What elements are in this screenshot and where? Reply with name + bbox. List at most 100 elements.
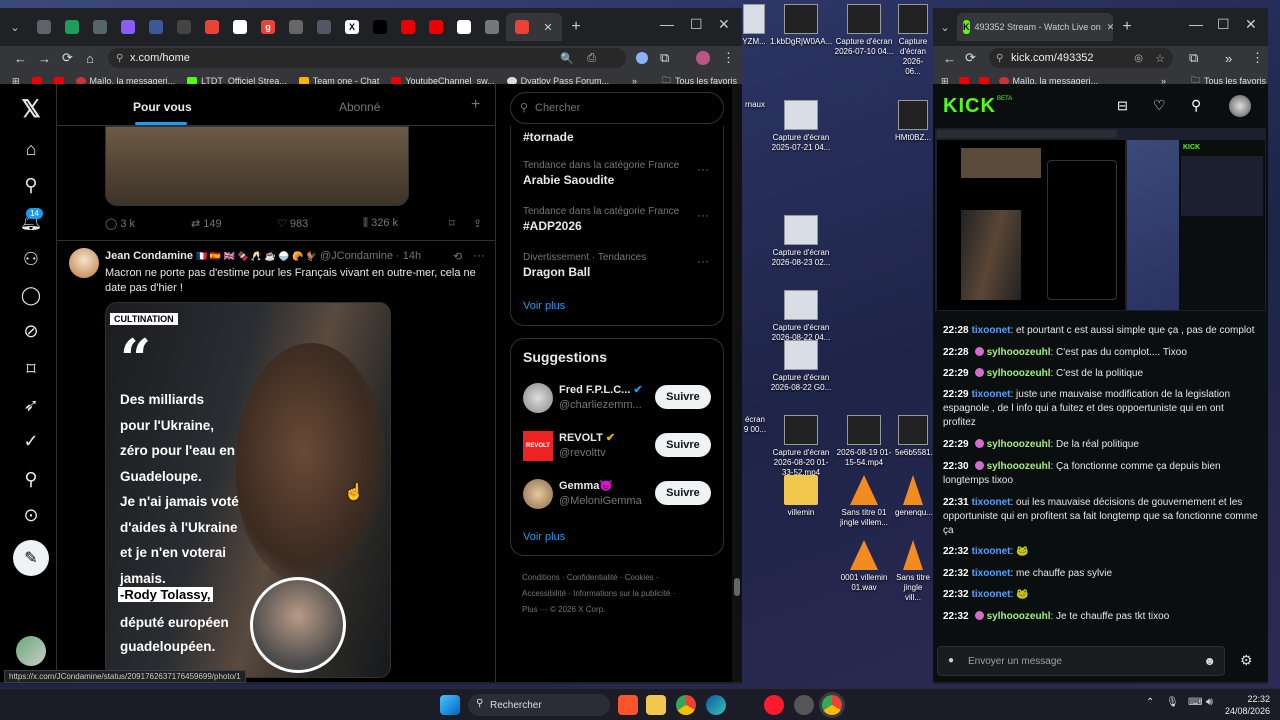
vlc-file-icon[interactable]: genenqu... bbox=[895, 475, 933, 518]
vlc-file-icon[interactable]: Sans titre 01 jingle villem... bbox=[833, 475, 895, 528]
browser-menu-icon[interactable]: ⋮ bbox=[1251, 50, 1264, 66]
edge-icon[interactable] bbox=[706, 695, 726, 715]
new-tab-button[interactable]: + bbox=[562, 13, 590, 41]
back-icon[interactable]: ← bbox=[943, 51, 956, 66]
vlc-file-icon[interactable]: Sans titre jingle vill... bbox=[895, 540, 931, 603]
browser-tab[interactable] bbox=[366, 13, 394, 41]
verified-icon[interactable]: ✓ bbox=[18, 428, 44, 454]
jobs-rocket-icon[interactable]: ➶ bbox=[18, 392, 44, 418]
back-icon[interactable]: ← bbox=[14, 51, 27, 66]
add-tab-icon[interactable]: + bbox=[471, 96, 480, 114]
address-bar[interactable]: ⚲ kick.com/493352 ◎ ☆ bbox=[989, 48, 1173, 68]
file-explorer-icon[interactable] bbox=[646, 695, 666, 715]
site-info-icon[interactable]: ⚲ bbox=[116, 53, 123, 64]
follows-heart-icon[interactable]: ♡ bbox=[1153, 97, 1166, 114]
maximize-icon[interactable]: ☐ bbox=[690, 16, 703, 33]
reload-icon[interactable]: ⟳ bbox=[965, 50, 976, 66]
bookmarks-icon[interactable]: ⌑ bbox=[18, 356, 44, 382]
maximize-icon[interactable]: ☐ bbox=[1217, 16, 1230, 33]
extensions-puzzle-icon[interactable]: ⧉ bbox=[1189, 50, 1198, 66]
desktop-icon[interactable]: villemin bbox=[770, 475, 832, 518]
user-avatar[interactable] bbox=[1229, 95, 1251, 117]
desktop-icon[interactable]: Capture d'écran 2025-07-21 04... bbox=[770, 100, 832, 153]
footer-link[interactable]: Informations sur la publicité bbox=[573, 589, 670, 598]
trends-show-more-link[interactable]: Voir plus bbox=[523, 300, 565, 312]
share-icon[interactable]: ⇪ bbox=[473, 217, 482, 230]
follow-button[interactable]: Suivre bbox=[655, 433, 711, 457]
tab-search-button[interactable]: ⌄ bbox=[933, 13, 957, 41]
network-icon[interactable]: ⌨ bbox=[1188, 697, 1202, 708]
trend-item[interactable]: Tendance dans la catégorie France #ADP202… bbox=[523, 206, 679, 233]
browser-tab[interactable]: X bbox=[338, 13, 366, 41]
browser-tab[interactable] bbox=[198, 13, 226, 41]
browser-tab[interactable] bbox=[422, 13, 450, 41]
suggestion-avatar-revolt[interactable]: REVOLT bbox=[523, 431, 553, 461]
trend-more-icon[interactable]: ··· bbox=[697, 162, 709, 176]
suggestion-avatar[interactable] bbox=[523, 383, 553, 413]
desktop-icon[interactable]: Capture d'écran 2026-07-10 04... bbox=[833, 4, 895, 57]
page-scrollbar[interactable] bbox=[732, 84, 742, 682]
desktop-icon[interactable]: 1.kbDgRjW0AA... bbox=[770, 4, 832, 47]
views-button[interactable]: ⫼ 326 k bbox=[363, 217, 398, 230]
more-icon[interactable]: ⊙ bbox=[18, 502, 44, 528]
extensions-puzzle-icon[interactable]: ⧉ bbox=[660, 50, 669, 66]
windows-start-icon[interactable] bbox=[440, 695, 460, 715]
reply-button[interactable]: ◯ 3 k bbox=[105, 217, 135, 230]
follow-icon[interactable]: ⚇ bbox=[18, 246, 44, 272]
clock[interactable]: 22:32 24/08/2026 bbox=[1222, 693, 1270, 717]
messages-icon[interactable]: ◯ bbox=[18, 282, 44, 308]
account-avatar[interactable] bbox=[16, 636, 46, 666]
follow-button[interactable]: Suivre bbox=[655, 385, 711, 409]
post-author-name[interactable]: Jean Condamine bbox=[105, 250, 193, 262]
desktop-icon[interactable]: Capture d'écran 2026-08-20 01-33-52.mp4 bbox=[770, 415, 832, 478]
suggestion-name[interactable]: REVOLT ✔ bbox=[559, 431, 615, 444]
minimize-icon[interactable]: — bbox=[1189, 16, 1203, 32]
new-tab-button[interactable]: + bbox=[1113, 13, 1141, 41]
browser-tab[interactable] bbox=[226, 13, 254, 41]
chrome-active-icon[interactable] bbox=[822, 695, 842, 715]
site-info-icon[interactable]: ⚲ bbox=[996, 53, 1003, 64]
vlc-file-icon[interactable]: 0001 villemin 01.wav bbox=[833, 540, 895, 593]
browser-tab-active[interactable]: K 493352 Stream - Watch Live on ✕ bbox=[957, 13, 1113, 41]
close-tab-icon[interactable]: ✕ bbox=[543, 21, 552, 34]
zoom-icon[interactable]: 🔍 bbox=[560, 52, 574, 65]
desktop-icon[interactable]: écran 9 00... bbox=[742, 415, 768, 435]
browser-tab-active[interactable]: ✕ bbox=[506, 13, 562, 41]
desktop-icon[interactable]: Capture d'écran 2026-06... bbox=[895, 4, 931, 77]
browser-tab[interactable] bbox=[142, 13, 170, 41]
explore-search-icon[interactable]: ⚲ bbox=[18, 172, 44, 198]
volume-icon[interactable]: 🔊︎ bbox=[1206, 696, 1213, 709]
follow-button[interactable]: Suivre bbox=[655, 481, 711, 505]
post-author-avatar[interactable] bbox=[69, 248, 99, 278]
browse-icon[interactable]: ⊟ bbox=[1117, 98, 1128, 114]
suggestions-show-more-link[interactable]: Voir plus bbox=[523, 531, 565, 543]
suggestion-name[interactable]: Gemma😈 bbox=[559, 479, 613, 492]
browser-menu-icon[interactable]: ⋮ bbox=[722, 50, 735, 66]
desktop-icon[interactable]: YZM... bbox=[742, 4, 766, 47]
chat-settings-gear-icon[interactable]: ⚙ bbox=[1240, 652, 1253, 669]
footer-link[interactable]: Accessibilité bbox=[522, 589, 566, 598]
trend-more-icon[interactable]: ··· bbox=[697, 208, 709, 222]
browser-tab[interactable] bbox=[86, 13, 114, 41]
trend-more-icon[interactable]: ··· bbox=[697, 254, 709, 268]
desktop-icon[interactable]: Capture d'écran 2026-08-22 04... bbox=[770, 290, 832, 343]
address-bar[interactable]: ⚲ x.com/home 🔍 ⎙ bbox=[108, 48, 626, 68]
stream-video-player[interactable]: KICK bbox=[935, 128, 1266, 311]
home-icon[interactable]: ⌂ bbox=[86, 51, 94, 66]
tab-following[interactable]: Abonné bbox=[339, 100, 380, 114]
desktop-icon[interactable]: Capture d'écran 2026-08-23 02... bbox=[770, 215, 832, 268]
install-icon[interactable]: ⎙ bbox=[587, 52, 596, 65]
forward-icon[interactable]: → bbox=[38, 51, 51, 66]
emote-picker-icon[interactable]: ☻ bbox=[1203, 654, 1216, 668]
compose-post-button[interactable]: ✎ bbox=[13, 540, 49, 576]
profile-avatar[interactable] bbox=[696, 51, 710, 65]
more-tools-icon[interactable]: » bbox=[1225, 51, 1232, 66]
like-button[interactable]: ♡ 983 bbox=[277, 217, 308, 230]
desktop-icon[interactable]: 2026-08-19 01-15-54.mp4 bbox=[833, 415, 895, 468]
extension-icon[interactable] bbox=[636, 52, 648, 64]
browser-tab[interactable] bbox=[310, 13, 338, 41]
scrollbar-thumb[interactable] bbox=[734, 578, 740, 596]
chrome-icon[interactable] bbox=[676, 695, 696, 715]
reload-icon[interactable]: ⟳ bbox=[62, 50, 73, 66]
suggestion-name[interactable]: Fred F.P.L.C... ✔ bbox=[559, 383, 643, 396]
